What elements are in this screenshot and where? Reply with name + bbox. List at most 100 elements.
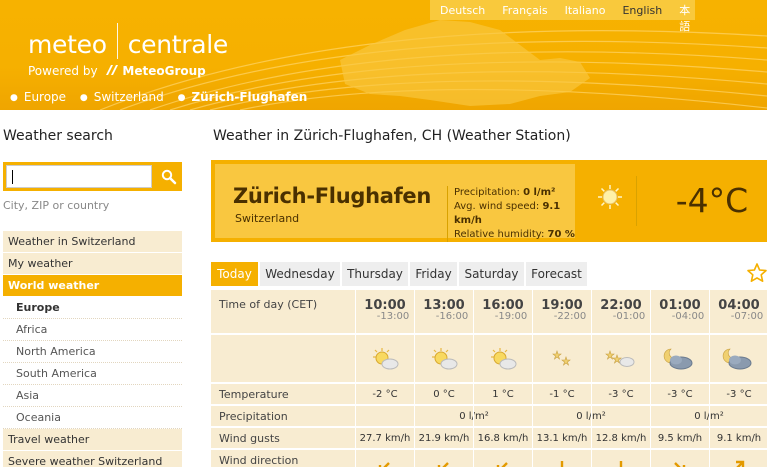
menu-world-weather[interactable]: World weather: [3, 275, 182, 297]
menu-south-america[interactable]: South America: [3, 363, 182, 385]
time-cell: 10:00 -13:00: [364, 298, 410, 322]
menu-europe[interactable]: Europe: [3, 297, 182, 319]
time-cell: 04:00 -07:00: [718, 298, 764, 322]
wind-gust-cell: 9.5 km/h: [657, 433, 703, 444]
menu-my-weather[interactable]: My weather: [3, 253, 182, 275]
weather-search-title: Weather search: [3, 128, 113, 144]
wind-gust-cell: 13.1 km/h: [536, 433, 588, 444]
column-separator: [355, 290, 356, 467]
time-cell: 19:00 -22:00: [541, 298, 587, 322]
arrow-down-right-icon: [674, 462, 686, 467]
arrow-down-icon: [619, 461, 623, 467]
sun-cloud-icon: [373, 348, 399, 370]
powered-prefix: Powered by: [28, 64, 98, 78]
humidity-label: Relative humidity:: [454, 229, 545, 240]
tab-friday[interactable]: Friday: [410, 262, 458, 286]
tab-forecast[interactable]: Forecast: [526, 262, 588, 286]
page-title: Weather in Zürich-Flughafen, CH (Weather…: [213, 128, 571, 144]
arrow-down-left-icon: [378, 462, 390, 467]
powered-by[interactable]: Powered by MeteoGroup: [28, 64, 206, 78]
lang-english[interactable]: English: [622, 4, 662, 17]
station-name: Zürich-Flughafen: [233, 184, 432, 208]
temperature-label: Temperature: [219, 388, 289, 401]
search-button[interactable]: [155, 162, 182, 191]
station-info-panel: Zürich-Flughafen Switzerland Precipitati…: [215, 164, 575, 242]
precip-value: 0 l/m²: [523, 187, 556, 198]
moon-cloud-icon: [663, 348, 693, 370]
bullet-icon: ●: [10, 93, 18, 103]
menu-severe-weather[interactable]: Severe weather Switzerland: [3, 451, 182, 467]
menu-weather-switzerland[interactable]: Weather in Switzerland: [3, 231, 182, 253]
lang-japanese[interactable]: 日本語: [679, 0, 690, 34]
temperature-cell: -3 °C: [608, 389, 634, 400]
arrow-down-icon: [560, 461, 564, 467]
precip-label: Precipitation:: [454, 187, 520, 198]
search-input[interactable]: [6, 165, 152, 188]
search-icon: [161, 169, 176, 184]
tab-saturday[interactable]: Saturday: [459, 262, 525, 286]
row-wind-direction: Wind direction: [211, 450, 767, 467]
wind-gust-cell: 12.8 km/h: [595, 433, 647, 444]
arrow-down-left-icon: [496, 462, 508, 467]
row-precipitation: Precipitation 0 l/m² 0 l/m² 0 l/m²: [211, 406, 767, 427]
breadcrumb: ● Europe ● Switzerland ● Zürich-Flughafen: [10, 90, 317, 104]
wind-direction-label: Wind direction: [219, 454, 299, 467]
time-cell: 16:00 -19:00: [482, 298, 528, 322]
moon-cloud-icon: [722, 348, 752, 370]
column-separator: [591, 290, 592, 467]
stars-icon: [552, 350, 571, 366]
station-country: Switzerland: [235, 212, 300, 225]
menu-travel-weather[interactable]: Travel weather: [3, 429, 182, 451]
site-logo[interactable]: meteo centrale: [28, 23, 229, 59]
arrow-down-left-icon: [437, 462, 449, 467]
row-time: Time of day (CET) 10:00 -13:00 13:00 -16:0…: [211, 290, 767, 334]
row-wind-gusts: Wind gusts 27.7 km/h 21.9 km/h 16.8 km/h…: [211, 428, 767, 449]
wind-gust-cell: 21.9 km/h: [418, 433, 470, 444]
bullet-icon: ●: [177, 93, 186, 103]
tab-today[interactable]: Today: [211, 262, 259, 286]
temperature-cell: -3 °C: [726, 389, 752, 400]
station-summary: Zürich-Flughafen Switzerland Precipitati…: [211, 160, 767, 242]
logo-text-right: centrale: [127, 30, 229, 59]
sun-cloud-icon: [432, 348, 458, 370]
lang-italiano[interactable]: Italiano: [565, 4, 606, 17]
favorite-star-icon[interactable]: [746, 262, 767, 284]
column-separator: [650, 290, 651, 467]
time-cell: 22:00 -01:00: [600, 298, 646, 322]
sun-icon: [598, 185, 622, 209]
search-hint: City, ZIP or country: [3, 199, 110, 212]
powered-brand: MeteoGroup: [122, 64, 206, 78]
column-separator: [709, 290, 710, 467]
wind-gust-cell: 16.8 km/h: [477, 433, 529, 444]
precipitation-cell: 0 l/m²: [459, 411, 489, 422]
time-cell: 01:00 -04:00: [659, 298, 705, 322]
humidity-value: 70 %: [547, 229, 575, 240]
menu-africa[interactable]: Africa: [3, 319, 182, 341]
language-bar: Deutsch Français Italiano English 日本語: [430, 0, 695, 33]
current-temperature: -4°C: [636, 176, 767, 226]
temperature-cell: 0 °C: [433, 389, 455, 400]
breadcrumb-switzerland[interactable]: Switzerland: [94, 90, 164, 104]
menu-oceania[interactable]: Oceania: [3, 407, 182, 429]
row-icons: [211, 335, 767, 383]
lang-francais[interactable]: Français: [502, 4, 547, 17]
temperature-cell: -1 °C: [549, 389, 575, 400]
tab-wednesday[interactable]: Wednesday: [260, 262, 341, 286]
sidebar: Weather search City, ZIP or country Weat…: [0, 110, 186, 467]
precipitation-label: Precipitation: [219, 410, 288, 423]
tab-thursday[interactable]: Thursday: [342, 262, 409, 286]
sidebar-menu: Weather in Switzerland My weather World …: [3, 231, 182, 467]
lang-deutsch[interactable]: Deutsch: [440, 4, 485, 17]
wind-gust-cell: 27.7 km/h: [359, 433, 411, 444]
breadcrumb-europe[interactable]: Europe: [24, 90, 66, 104]
menu-asia[interactable]: Asia: [3, 385, 182, 407]
breadcrumb-current: Zürich-Flughafen: [191, 90, 308, 104]
time-label: Time of day (CET): [219, 298, 318, 311]
sun-cloud-icon: [491, 348, 517, 370]
site-header: meteo centrale Powered by MeteoGroup ● Eur…: [0, 0, 767, 110]
temperature-cell: 1 °C: [492, 389, 514, 400]
day-tabs: Today Wednesday Thursday Friday Saturday…: [211, 262, 767, 286]
arrow-up-right-icon: [736, 460, 745, 467]
menu-north-america[interactable]: North America: [3, 341, 182, 363]
search-form: [3, 162, 182, 191]
